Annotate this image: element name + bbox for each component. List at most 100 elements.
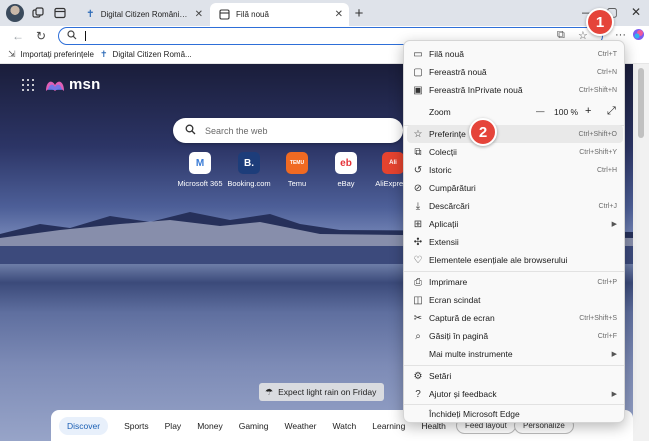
search-icon bbox=[185, 124, 196, 138]
menu-item-label: Captură de ecran bbox=[429, 313, 495, 323]
zoom-out-button[interactable]: — bbox=[536, 106, 545, 116]
menu-item-label: Colecții bbox=[429, 147, 457, 157]
menu-item-label: Elementele esențiale ale browserului bbox=[429, 255, 568, 265]
zoom-in-button[interactable]: + bbox=[585, 105, 591, 117]
menu-item-label: Imprimare bbox=[429, 277, 468, 287]
menu-item-print[interactable]: ⎙ Imprimare Ctrl+P bbox=[407, 273, 623, 291]
menu-item-extensions[interactable]: ✣ Extensii bbox=[407, 233, 623, 251]
feed-tab-play[interactable]: Play bbox=[165, 421, 182, 431]
menu-item-split-screen[interactable]: ◫ Ecran scindat bbox=[407, 291, 623, 309]
menu-item-inprivate-window[interactable]: ▣ Fereastră InPrivate nouă Ctrl+Shift+N bbox=[407, 81, 623, 99]
history-icon: ↺ bbox=[413, 164, 423, 176]
copilot-icon[interactable] bbox=[632, 28, 645, 44]
feed-tab-sports[interactable]: Sports bbox=[124, 421, 149, 431]
chevron-right-icon: ▶ bbox=[611, 221, 617, 228]
step-marker-1: 1 bbox=[586, 8, 614, 36]
menu-item-label: Zoom bbox=[429, 107, 451, 117]
menu-divider bbox=[404, 365, 624, 366]
menu-item-label: Fereastră InPrivate nouă bbox=[429, 85, 523, 95]
feed-tab-money[interactable]: Money bbox=[197, 421, 223, 431]
quick-link-temu[interactable]: TEMU Temu bbox=[269, 152, 325, 188]
menu-item-label: Extensii bbox=[429, 237, 459, 247]
import-icon: ⇲ bbox=[8, 49, 16, 59]
quick-link-label: eBay bbox=[337, 179, 355, 188]
menu-item-history[interactable]: ↺ Istoric Ctrl+H bbox=[407, 161, 623, 179]
split-screen-icon: ◫ bbox=[413, 294, 423, 306]
menu-item-favorites[interactable]: ☆ Preferințe Ctrl+Shift+O bbox=[407, 125, 623, 143]
dc-icon: ✝ bbox=[86, 9, 95, 20]
menu-shortcut: Ctrl+N bbox=[596, 68, 617, 76]
scrollbar-thumb[interactable] bbox=[638, 68, 644, 138]
feed-tab-gaming[interactable]: Gaming bbox=[239, 421, 269, 431]
tab-new-tab[interactable]: Filă nouă ✕ bbox=[210, 3, 349, 26]
close-icon[interactable]: ✕ bbox=[195, 9, 203, 20]
menu-item-shopping[interactable]: ⊘ Cumpărături bbox=[407, 179, 623, 197]
quick-link-label: Temu bbox=[287, 179, 307, 188]
web-search-box[interactable]: Search the web bbox=[173, 118, 403, 143]
new-window-icon: ▢ bbox=[413, 66, 423, 78]
menu-item-label: Aplicații bbox=[429, 219, 459, 229]
shopping-icon: ⊘ bbox=[413, 182, 423, 194]
menu-item-help-feedback[interactable]: ? Ajutor și feedback ▶ bbox=[407, 385, 623, 403]
tab-label: Filă nouă bbox=[236, 10, 269, 19]
menu-shortcut: Ctrl+P bbox=[597, 278, 617, 286]
tab-digital-citizen[interactable]: ✝ Digital Citizen România - Viața în l ✕ bbox=[78, 3, 209, 26]
menu-item-browser-essentials[interactable]: ♡ Elementele esențiale ale browserului bbox=[407, 251, 623, 269]
menu-item-close-edge[interactable]: Închideți Microsoft Edge bbox=[407, 405, 623, 423]
menu-divider bbox=[404, 271, 624, 272]
menu-shortcut: Ctrl+Shift+Y bbox=[579, 148, 617, 156]
quick-link-microsoft-365[interactable]: M Microsoft 365 bbox=[172, 152, 228, 188]
menu-item-label: Setări bbox=[429, 371, 452, 381]
close-icon[interactable]: ✕ bbox=[335, 9, 343, 20]
tab-actions-icon[interactable] bbox=[52, 5, 68, 21]
menu-item-new-tab[interactable]: ▭ Filă nouă Ctrl+T bbox=[407, 45, 623, 63]
temu-icon: TEMU bbox=[286, 152, 308, 174]
new-tab-button[interactable]: + bbox=[350, 4, 368, 22]
favorites-star-icon: ☆ bbox=[413, 128, 423, 140]
refresh-icon[interactable]: ↻ bbox=[33, 28, 49, 44]
page-scrollbar[interactable] bbox=[633, 64, 649, 441]
back-icon[interactable]: ← bbox=[10, 28, 26, 44]
chevron-right-icon: ▶ bbox=[611, 391, 617, 398]
menu-item-label: Ecran scindat bbox=[429, 295, 481, 305]
menu-item-label: Găsiți în pagină bbox=[429, 331, 489, 341]
menu-item-label: Filă nouă bbox=[429, 49, 464, 59]
feed-tab-discover[interactable]: Discover bbox=[59, 416, 109, 435]
find-icon: ⌕ bbox=[415, 330, 421, 342]
menu-item-label: Închideți Microsoft Edge bbox=[429, 409, 520, 419]
feed-tab-watch[interactable]: Watch bbox=[332, 421, 356, 431]
menu-item-more-tools[interactable]: Mai multe instrumente ▶ bbox=[407, 345, 623, 363]
menu-item-apps[interactable]: ⊞ Aplicații ▶ bbox=[407, 215, 623, 233]
favorites-item-label: Digital Citizen Româ... bbox=[112, 50, 192, 59]
screenshot-icon: ✂ bbox=[413, 312, 423, 324]
menu-shortcut: Ctrl+Shift+N bbox=[578, 86, 617, 94]
msn-logo[interactable]: msn bbox=[22, 76, 100, 93]
quick-link-label: Microsoft 365 bbox=[177, 179, 223, 188]
chevron-right-icon: ▶ bbox=[611, 351, 617, 358]
menu-item-collections[interactable]: ⧉ Colecții Ctrl+Shift+Y bbox=[407, 143, 623, 161]
workspaces-icon[interactable] bbox=[30, 5, 46, 21]
weather-banner[interactable]: ☂ Expect light rain on Friday bbox=[259, 383, 385, 401]
close-window-icon[interactable]: ✕ bbox=[628, 4, 644, 20]
menu-item-label: Mai multe instrumente bbox=[429, 349, 513, 359]
menu-item-downloads[interactable]: ⤓ Descărcări Ctrl+J bbox=[407, 197, 623, 215]
menu-item-find-in-page[interactable]: ⌕ Găsiți în pagină Ctrl+F bbox=[407, 327, 623, 345]
msn-butterfly-icon bbox=[46, 81, 64, 91]
search-placeholder: Search the web bbox=[205, 125, 268, 136]
menu-item-label: Preferințe bbox=[429, 129, 466, 139]
menu-item-screenshot[interactable]: ✂ Captură de ecran Ctrl+Shift+S bbox=[407, 309, 623, 327]
apps-icon: ⊞ bbox=[413, 218, 423, 230]
menu-item-settings[interactable]: ⚙ Setări bbox=[407, 367, 623, 385]
zoom-level: 100 % bbox=[554, 107, 579, 117]
feed-tab-learning[interactable]: Learning bbox=[372, 421, 405, 431]
favorites-item-digital-citizen[interactable]: ✝ Digital Citizen Româ... bbox=[100, 49, 192, 60]
profile-avatar[interactable] bbox=[6, 4, 24, 22]
app-launcher-icon[interactable] bbox=[22, 78, 34, 91]
fullscreen-icon[interactable]: ⤢ bbox=[607, 105, 616, 118]
menu-item-new-window[interactable]: ▢ Fereastră nouă Ctrl+N bbox=[407, 63, 623, 81]
step-marker-2: 2 bbox=[469, 118, 497, 146]
aliexpress-icon: Ali bbox=[382, 152, 404, 174]
weather-text: Expect light rain on Friday bbox=[278, 387, 377, 397]
favorites-item-import[interactable]: ⇲ Importați preferințele bbox=[8, 49, 94, 60]
feed-tab-weather[interactable]: Weather bbox=[284, 421, 316, 431]
